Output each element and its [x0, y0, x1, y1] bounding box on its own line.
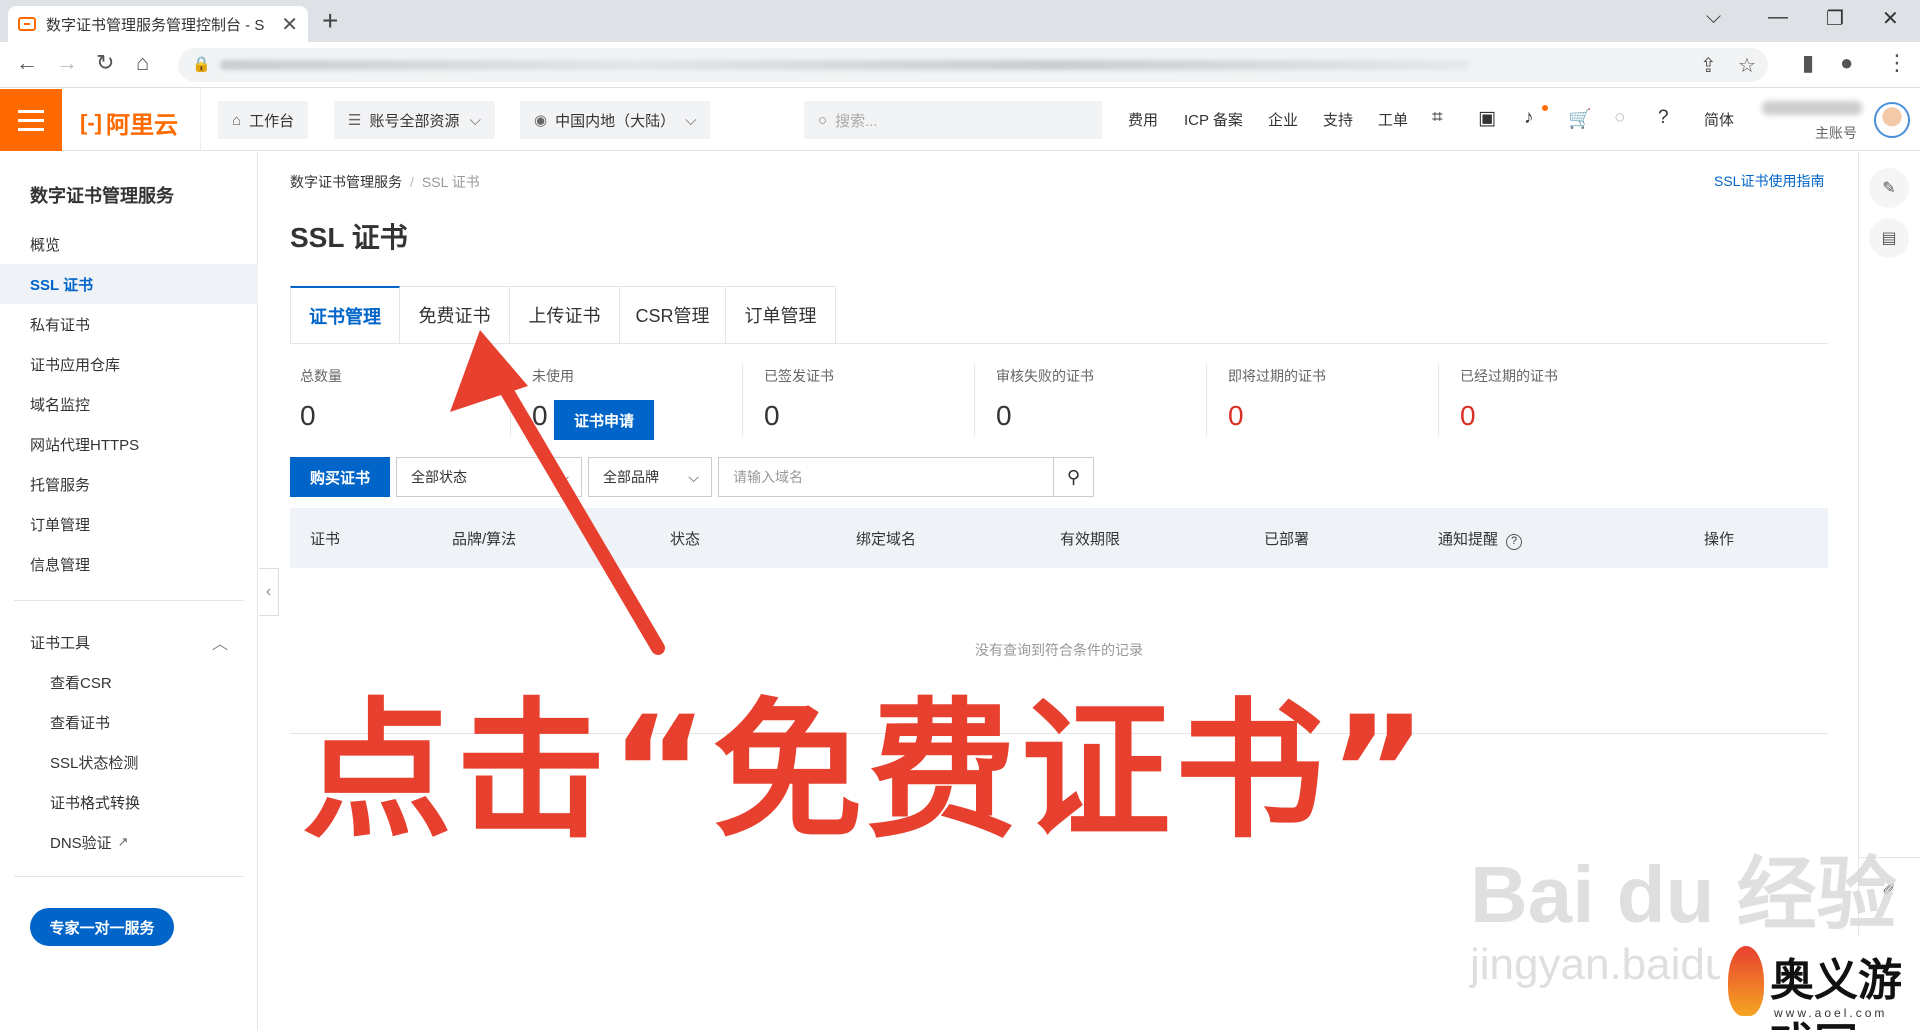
annotation-arrow [450, 330, 665, 655]
annotation-text: 点击“免费证书” [302, 685, 1432, 859]
